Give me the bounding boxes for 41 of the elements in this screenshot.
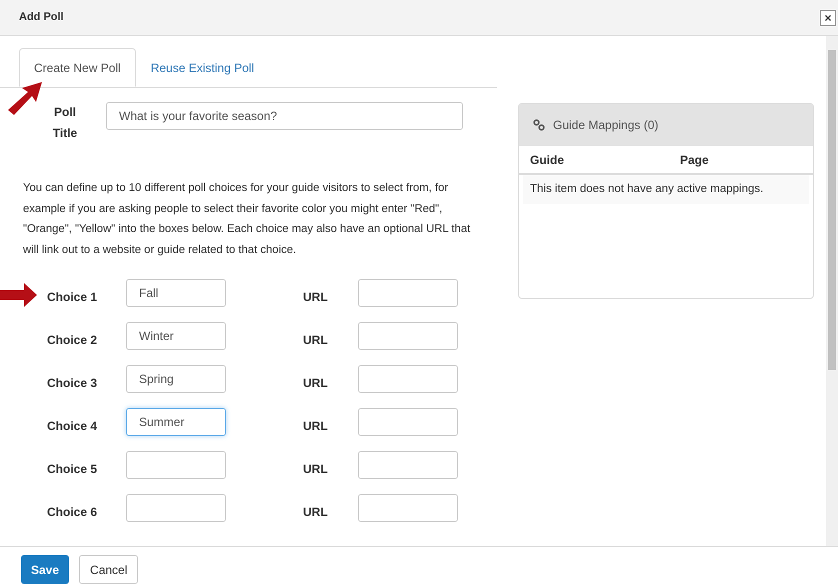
save-button[interactable]: Save bbox=[21, 555, 70, 584]
input-field[interactable]: Spring bbox=[126, 364, 226, 393]
field-label: Choice 4 bbox=[47, 418, 98, 435]
field-label: URL bbox=[303, 288, 329, 306]
input-field[interactable] bbox=[358, 322, 458, 350]
column-header: Page bbox=[680, 152, 709, 168]
field-label: URL bbox=[303, 460, 329, 478]
column-header: Guide bbox=[530, 152, 566, 168]
description-text: You can define up to 10 different poll choices for your guide visitors to select from, for example if you are asking people to select their favorite color you might enter "Red", "Orange", "Yellow" into the boxes below. Each choice may also have an optional URL that will link out to a website or guide related to that choice. bbox=[23, 181, 472, 258]
field-label: Choice 6 bbox=[47, 504, 98, 521]
field-label: URL bbox=[303, 504, 329, 521]
table-cell: This item does not have any active mappings. bbox=[523, 175, 809, 204]
tab[interactable]: Reuse Existing Poll bbox=[136, 48, 270, 87]
input-field[interactable] bbox=[358, 278, 458, 307]
input-field[interactable]: Winter bbox=[126, 322, 226, 350]
field-label: URL bbox=[303, 374, 329, 392]
cancel-button[interactable]: Cancel bbox=[79, 555, 138, 584]
field-label: Choice 1 bbox=[47, 288, 98, 306]
tab[interactable]: Create New Poll bbox=[19, 48, 136, 87]
field-label: Choice 5 bbox=[47, 460, 98, 478]
field-label: URL bbox=[303, 332, 329, 349]
field-label: URL bbox=[303, 418, 329, 435]
input-field[interactable] bbox=[126, 494, 226, 522]
input-field[interactable]: What is your favorite season? bbox=[106, 102, 463, 130]
link-icon bbox=[533, 119, 545, 131]
arrow-icon bbox=[6, 80, 44, 116]
input-field[interactable]: Summer bbox=[126, 408, 226, 436]
scrollbar[interactable] bbox=[826, 36, 838, 546]
panel-title: Guide Mappings (0) bbox=[553, 117, 658, 134]
input-field[interactable] bbox=[358, 494, 458, 522]
field-label: Choice 3 bbox=[47, 374, 98, 392]
arrow-icon bbox=[0, 283, 37, 308]
input-field[interactable] bbox=[358, 450, 458, 479]
input-field[interactable] bbox=[358, 364, 458, 393]
close-button[interactable]: × bbox=[820, 10, 836, 26]
input-field[interactable] bbox=[126, 450, 226, 479]
window-title: Add Poll bbox=[19, 10, 64, 26]
input-field[interactable]: Fall bbox=[126, 278, 226, 307]
field-label: Choice 2 bbox=[47, 332, 98, 349]
field-label: Poll Title bbox=[52, 104, 78, 142]
input-field[interactable] bbox=[358, 408, 458, 436]
